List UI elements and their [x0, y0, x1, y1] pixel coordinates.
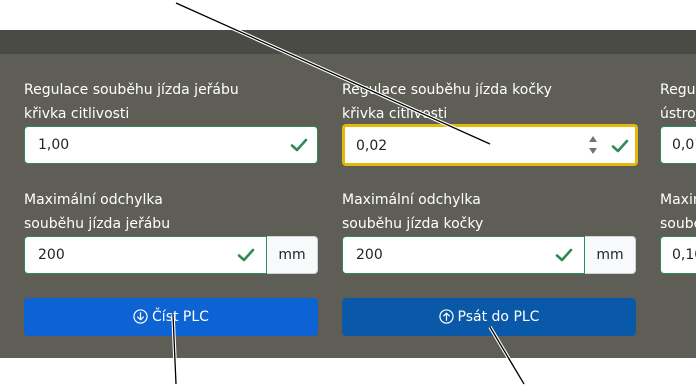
- trolley-sensitivity-input[interactable]: 0,02: [342, 124, 638, 166]
- trolley-deviation-label-line2: souběhu jízda kočky: [342, 216, 484, 232]
- spinner-arrows-icon[interactable]: [588, 133, 598, 157]
- third-sensitivity-label-line1: Regul: [660, 82, 696, 98]
- crane-sensitivity-label-line2: křivka citlivosti: [24, 106, 130, 122]
- read-plc-label: Číst PLC: [152, 309, 209, 325]
- write-plc-button[interactable]: Psát do PLC: [342, 298, 636, 336]
- top-band: [0, 30, 696, 54]
- trolley-sensitivity-label-line1: Regulace souběhu jízda kočky: [342, 82, 552, 98]
- third-deviation-input[interactable]: 0,10: [660, 236, 696, 274]
- write-plc-label: Psát do PLC: [457, 309, 540, 325]
- crane-deviation-label-line2: souběhu jízda jeřábu: [24, 216, 171, 232]
- stage: Regulace souběhu jízda jeřábu křivka cit…: [0, 0, 696, 390]
- third-deviation-label-line2: souběh: [660, 216, 696, 232]
- arrow-up-circle-icon: [438, 309, 454, 324]
- trolley-deviation-unit: mm: [585, 236, 636, 274]
- trolley-deviation-value: 200: [356, 247, 383, 263]
- trolley-deviation-input[interactable]: 200: [342, 236, 585, 274]
- check-icon: [237, 248, 255, 262]
- crane-sensitivity-value: 1,00: [38, 137, 70, 153]
- check-icon: [611, 139, 629, 153]
- crane-deviation-input[interactable]: 200: [24, 236, 267, 274]
- trolley-sensitivity-value: 0,02: [356, 138, 388, 154]
- arrow-down-circle-icon: [133, 309, 148, 324]
- crane-sensitivity-input[interactable]: 1,00: [24, 126, 318, 164]
- third-deviation-label-line1: Maxim: [660, 192, 696, 208]
- third-sensitivity-label-line2: ústroj: [660, 106, 696, 122]
- third-deviation-value: 0,10: [672, 247, 696, 263]
- crane-deviation-value: 200: [38, 247, 65, 263]
- settings-panel: Regulace souběhu jízda jeřábu křivka cit…: [0, 54, 696, 358]
- third-sensitivity-value: 0,01: [672, 137, 696, 153]
- read-plc-button[interactable]: Číst PLC: [24, 298, 318, 336]
- third-sensitivity-input[interactable]: 0,01: [660, 126, 696, 164]
- trolley-deviation-label-line1: Maximální odchylka: [342, 192, 481, 208]
- crane-deviation-unit: mm: [267, 236, 318, 274]
- crane-sensitivity-label-line1: Regulace souběhu jízda jeřábu: [24, 82, 239, 98]
- trolley-sensitivity-label-line2: křivka citlivosti: [342, 106, 448, 122]
- check-icon: [290, 138, 308, 152]
- crane-deviation-label-line1: Maximální odchylka: [24, 192, 163, 208]
- check-icon: [555, 248, 573, 262]
